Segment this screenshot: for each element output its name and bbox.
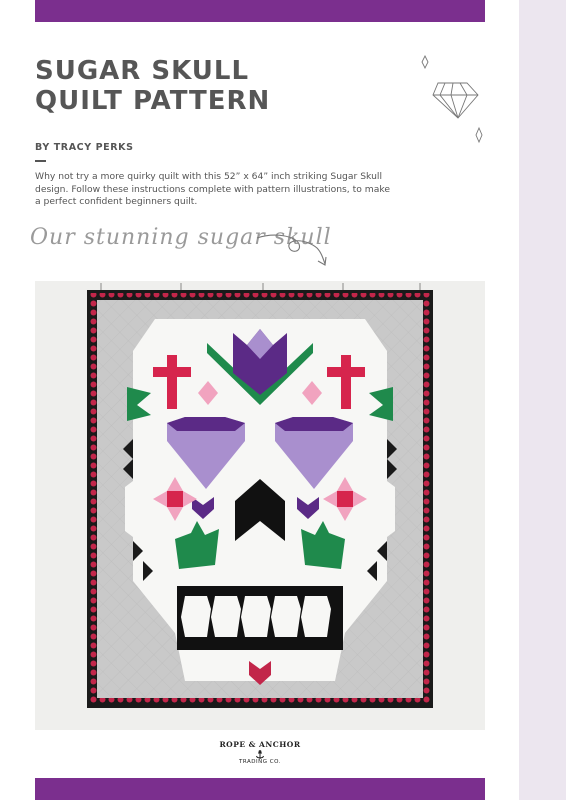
intro-paragraph: Why not try a more quirky quilt with thi… — [35, 171, 391, 208]
bottom-accent-bar — [35, 778, 485, 800]
anchor-icon — [256, 750, 264, 759]
title-line-1: SUGAR SKULL — [35, 56, 250, 86]
top-accent-bar — [35, 0, 485, 22]
diamond-decoration-icon — [421, 54, 483, 144]
brand-logo: ROPE & ANCHOR TRADING CO. — [215, 740, 305, 774]
author-byline: BY TRACY PERKS — [35, 142, 134, 153]
title-line-2: QUILT PATTERN — [35, 86, 271, 116]
logo-line-1: ROPE & ANCHOR — [219, 740, 301, 749]
quilt-photo — [35, 281, 485, 730]
page-title: SUGAR SKULL QUILT PATTERN — [35, 56, 335, 116]
side-margin-strip — [519, 0, 566, 800]
byline-divider — [35, 160, 46, 162]
curly-arrow-icon — [256, 234, 327, 266]
